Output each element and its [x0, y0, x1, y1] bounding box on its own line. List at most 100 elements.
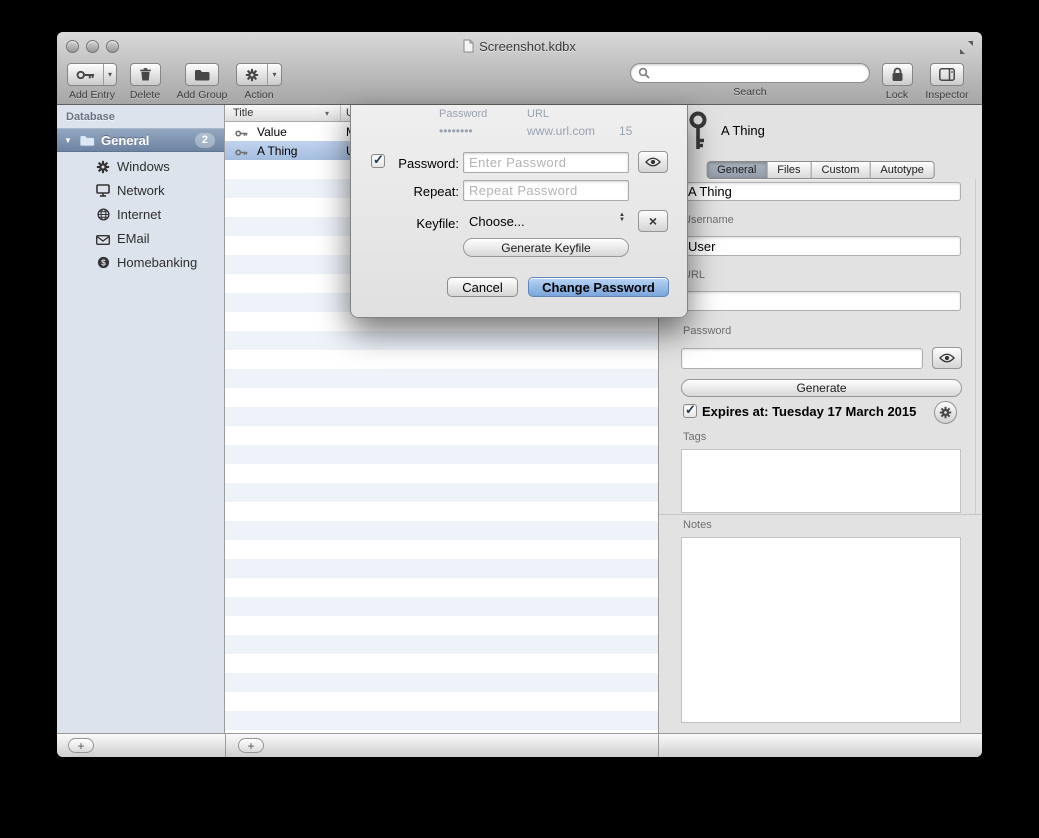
tab-autotype[interactable]: Autotype	[869, 162, 933, 178]
search-input[interactable]	[630, 63, 870, 83]
sidebar-item-homebanking[interactable]: $ Homebanking	[57, 251, 224, 275]
key-icon	[687, 111, 709, 156]
show-password-button[interactable]	[638, 151, 668, 173]
password-field[interactable]	[681, 348, 923, 369]
sidebar-item-label: Internet	[117, 207, 161, 222]
delete-toolbar-item: Delete	[123, 63, 167, 101]
globe-icon	[95, 208, 111, 226]
bottom-bar: + +	[57, 733, 982, 757]
close-icon: ×	[649, 213, 657, 229]
sidebar-item-general[interactable]: ▼ General 2	[57, 128, 224, 152]
entry-title: A Thing	[257, 144, 297, 158]
add-entry-button[interactable]: ▾	[67, 63, 117, 86]
inspector-panel-icon	[931, 64, 963, 85]
scroll-area-edge[interactable]	[975, 179, 976, 514]
tags-field[interactable]	[681, 449, 961, 513]
tab-custom[interactable]: Custom	[811, 162, 870, 178]
sidebar-item-network[interactable]: Network	[57, 179, 224, 203]
desktop-background: Screenshot.kdbx ▾ Add Entry Delete	[0, 0, 1039, 838]
search-toolbar-item: Search	[624, 63, 876, 98]
key-icon	[68, 64, 103, 85]
inspector-label: Inspector	[925, 89, 968, 101]
sidebar-item-label: Windows	[117, 159, 170, 174]
action-label: Action	[244, 89, 273, 101]
show-password-button[interactable]	[932, 347, 962, 369]
generate-password-button[interactable]: Generate	[681, 379, 962, 397]
add-group-button[interactable]	[185, 63, 219, 86]
expires-settings-button[interactable]	[934, 401, 957, 424]
tab-files[interactable]: Files	[766, 162, 810, 178]
ghost-url-column-header: URL	[527, 108, 549, 120]
sidebar-item-internet[interactable]: Internet	[57, 203, 224, 227]
password-label: Password:	[371, 156, 459, 171]
keyfile-popup[interactable]: Choose...	[469, 214, 525, 229]
bottom-bar-divider	[225, 734, 226, 757]
sidebar-item-email[interactable]: EMail	[57, 227, 224, 251]
folder-icon	[186, 64, 218, 85]
add-group-plus-button[interactable]: +	[68, 738, 94, 753]
column-divider[interactable]	[340, 105, 341, 121]
username-field[interactable]	[681, 236, 961, 256]
generate-keyfile-button[interactable]: Generate Keyfile	[463, 238, 629, 257]
lock-toolbar-item: Lock	[875, 63, 919, 101]
window-title: Screenshot.kdbx	[479, 39, 576, 54]
search-icon	[638, 67, 650, 79]
tags-label: Tags	[683, 431, 706, 443]
eye-icon	[939, 353, 955, 363]
section-divider	[659, 514, 982, 515]
titlebar: Screenshot.kdbx	[57, 38, 982, 54]
repeat-label: Repeat:	[371, 184, 459, 199]
banking-icon: $	[95, 256, 111, 274]
gear-icon	[95, 160, 111, 179]
entry-count-badge: 2	[195, 133, 215, 148]
sidebar-item-label: Network	[117, 183, 165, 198]
ghost-entry-extra: 15	[619, 124, 632, 138]
folder-icon	[79, 134, 95, 152]
sidebar-item-label: Homebanking	[117, 255, 197, 270]
password-input[interactable]	[463, 152, 629, 173]
expires-label: Expires at: Tuesday 17 March 2015	[702, 404, 916, 419]
sidebar-item-label: EMail	[117, 231, 150, 246]
disclosure-triangle-icon[interactable]: ▼	[64, 136, 72, 145]
repeat-password-input[interactable]	[463, 180, 629, 201]
ghost-entry-url: www.url.com	[527, 124, 595, 138]
trash-icon	[131, 64, 160, 85]
gear-icon	[939, 406, 952, 419]
ghost-entry-password: ••••••••	[439, 124, 473, 138]
expires-checkbox[interactable]: ✓	[683, 404, 697, 418]
tab-general[interactable]: General	[707, 162, 766, 178]
url-field[interactable]	[681, 291, 961, 311]
inspector-toolbar-item: Inspector	[918, 63, 976, 101]
lock-button[interactable]	[882, 63, 913, 86]
cancel-button[interactable]: Cancel	[447, 277, 518, 297]
inspector-entry-title: A Thing	[721, 123, 765, 138]
window-chrome: Screenshot.kdbx ▾ Add Entry Delete	[57, 32, 982, 105]
notes-field[interactable]	[681, 537, 961, 723]
title-field[interactable]	[681, 182, 961, 201]
inspector-panel: A Thing General Files Custom Autotype Us…	[658, 105, 982, 733]
column-header-title[interactable]: Title	[233, 107, 253, 119]
lock-icon	[883, 64, 912, 85]
fullscreen-icon[interactable]	[959, 40, 974, 55]
popup-stepper-icon[interactable]: ▲▼	[619, 213, 625, 223]
inspector-button[interactable]	[930, 63, 964, 86]
sidebar-item-windows[interactable]: Windows	[57, 155, 224, 179]
change-password-button[interactable]: Change Password	[528, 277, 669, 297]
action-toolbar-item: ▾ Action	[235, 63, 283, 101]
svg-text:$: $	[101, 258, 106, 268]
ghost-password-column-header: Password	[439, 108, 487, 120]
sort-indicator-icon[interactable]: ▾	[325, 109, 329, 118]
entry-title: Value	[257, 125, 287, 139]
remove-keyfile-button[interactable]: ×	[638, 210, 668, 232]
chevron-down-icon[interactable]: ▾	[267, 64, 280, 85]
add-group-toolbar-item: Add Group	[171, 63, 233, 101]
action-button[interactable]: ▾	[236, 63, 281, 86]
eye-icon	[645, 157, 661, 167]
add-entry-label: Add Entry	[69, 89, 115, 101]
checkmark-icon: ✓	[685, 402, 696, 418]
key-icon	[235, 146, 248, 160]
chevron-down-icon[interactable]: ▾	[103, 64, 116, 85]
delete-button[interactable]	[130, 63, 161, 86]
keyfile-label: Keyfile:	[371, 216, 459, 231]
add-entry-plus-button[interactable]: +	[238, 738, 264, 753]
